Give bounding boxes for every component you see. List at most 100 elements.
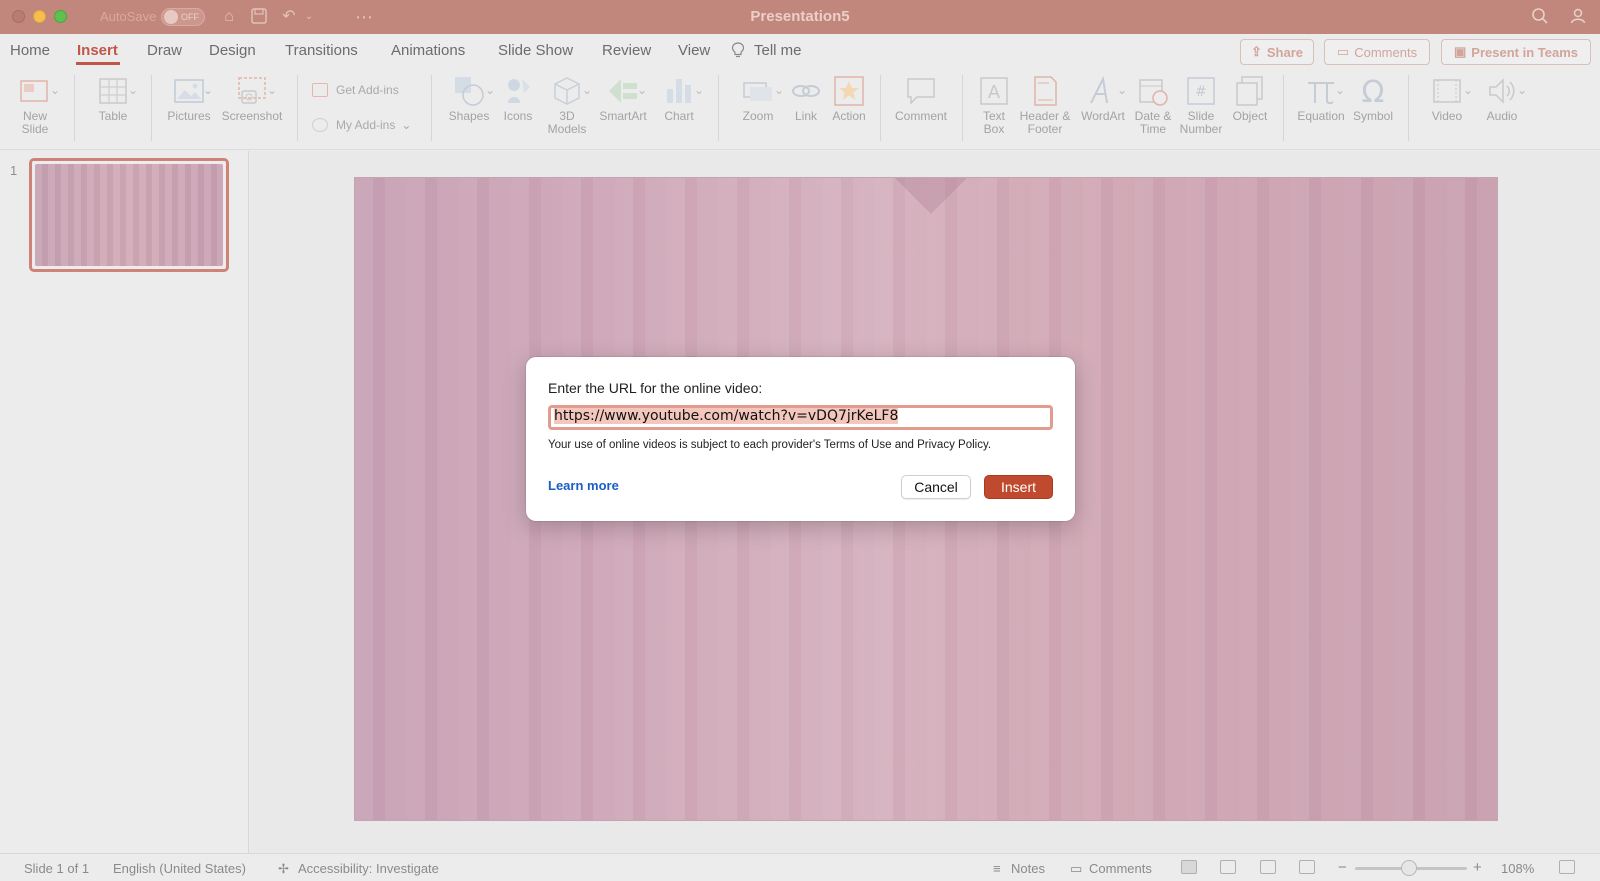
slide-thumbnail[interactable] bbox=[29, 158, 229, 272]
header-footer-icon bbox=[1029, 75, 1061, 107]
zoom-level[interactable]: 108% bbox=[1501, 861, 1534, 876]
table-label: Table bbox=[98, 109, 128, 123]
insert-ribbon: New Slide ⌄ Table ⌄ Pictures ⌄ Screensho… bbox=[0, 67, 1600, 150]
autosave-toggle[interactable]: OFF bbox=[161, 8, 205, 26]
object-label: Object bbox=[1232, 109, 1268, 123]
video-chevron-icon[interactable]: ⌄ bbox=[1463, 83, 1473, 97]
ribbon-separator bbox=[74, 75, 75, 141]
omega-icon: Ω bbox=[1357, 75, 1389, 110]
video-url-input[interactable]: https://www.youtube.com/watch?v=vDQ7jrKe… bbox=[548, 405, 1053, 430]
zoom-slides-icon bbox=[742, 75, 774, 107]
picture-icon bbox=[173, 75, 205, 107]
tab-design[interactable]: Design bbox=[209, 42, 256, 59]
table-icon bbox=[97, 75, 129, 107]
pictures-chevron-icon[interactable]: ⌄ bbox=[203, 83, 213, 97]
comments-status-icon: ▭ bbox=[1070, 861, 1083, 876]
smartart-chevron-icon[interactable]: ⌄ bbox=[637, 83, 647, 97]
accessibility-status[interactable]: Accessibility: Investigate bbox=[298, 861, 439, 876]
save-icon[interactable] bbox=[249, 7, 269, 27]
fit-to-window-icon[interactable] bbox=[1559, 860, 1575, 874]
zoom-in-button[interactable]: + bbox=[1473, 859, 1482, 876]
new-slide-chevron-icon[interactable]: ⌄ bbox=[50, 83, 60, 97]
present-in-teams-button[interactable]: ▣ Present in Teams bbox=[1441, 39, 1591, 65]
shapes-icon bbox=[453, 75, 485, 107]
date-time-label: Date & Time bbox=[1134, 109, 1172, 136]
more-options-icon[interactable]: ⋯ bbox=[354, 7, 374, 27]
tab-insert[interactable]: Insert bbox=[77, 42, 118, 59]
insert-button[interactable]: Insert bbox=[984, 475, 1053, 499]
slideshow-view-icon[interactable] bbox=[1299, 860, 1315, 874]
comments-button[interactable]: ▭ Comments bbox=[1324, 39, 1430, 65]
zoom-chevron-icon[interactable]: ⌄ bbox=[774, 83, 784, 97]
date-time-button[interactable]: Date & Time bbox=[1130, 67, 1176, 136]
title-bar: AutoSave OFF ⌂ ↶ ⌄ ⋯ Presentation5 bbox=[0, 0, 1600, 34]
undo-dropdown-chevron-icon[interactable]: ⌄ bbox=[299, 7, 319, 27]
reading-view-icon[interactable] bbox=[1260, 860, 1276, 874]
screenshot-label: Screenshot bbox=[221, 109, 283, 123]
get-addins-button[interactable]: Get Add-ins bbox=[312, 83, 399, 97]
chart-chevron-icon[interactable]: ⌄ bbox=[694, 83, 704, 97]
ribbon-separator bbox=[1283, 75, 1284, 141]
slide-number-button[interactable]: # Slide Number bbox=[1178, 67, 1224, 136]
normal-view-icon[interactable] bbox=[1181, 860, 1197, 874]
zoom-out-button[interactable]: − bbox=[1338, 859, 1347, 876]
tab-slide-show[interactable]: Slide Show bbox=[498, 42, 573, 59]
new-slide-button[interactable]: New Slide bbox=[12, 67, 58, 136]
smartart-icon bbox=[607, 75, 639, 107]
lightbulb-icon bbox=[731, 42, 745, 60]
close-window-button[interactable] bbox=[12, 10, 25, 23]
screenshot-chevron-icon[interactable]: ⌄ bbox=[267, 83, 277, 97]
header-footer-label: Header & Footer bbox=[1019, 109, 1071, 136]
audio-chevron-icon[interactable]: ⌄ bbox=[1517, 83, 1527, 97]
slide-sorter-icon[interactable] bbox=[1220, 860, 1236, 874]
svg-text:#: # bbox=[1195, 84, 1207, 100]
share-button[interactable]: ⇪ Share bbox=[1240, 39, 1314, 65]
comments-status-button[interactable]: Comments bbox=[1089, 861, 1152, 876]
header-footer-button[interactable]: Header & Footer bbox=[1017, 67, 1073, 136]
notes-button[interactable]: Notes bbox=[1011, 861, 1045, 876]
object-button[interactable]: Object bbox=[1226, 67, 1274, 123]
zoom-slider-handle[interactable] bbox=[1401, 860, 1417, 876]
comments-label: Comments bbox=[1354, 44, 1418, 60]
undo-icon[interactable]: ↶ bbox=[279, 7, 299, 27]
icons-button[interactable]: Icons bbox=[500, 67, 536, 123]
notes-icon: ≡ bbox=[993, 861, 1001, 876]
cancel-button[interactable]: Cancel bbox=[901, 475, 971, 499]
search-icon[interactable] bbox=[1530, 7, 1550, 27]
symbol-button[interactable]: Ω Symbol bbox=[1350, 67, 1396, 123]
tab-animations[interactable]: Animations bbox=[391, 42, 465, 59]
action-button[interactable]: Action bbox=[827, 67, 871, 123]
screenshot-icon bbox=[236, 75, 268, 107]
wordart-chevron-icon[interactable]: ⌄ bbox=[1117, 83, 1127, 97]
learn-more-link[interactable]: Learn more bbox=[548, 478, 619, 493]
text-box-button[interactable]: A Text Box bbox=[974, 67, 1014, 136]
tell-me-search[interactable]: Tell me bbox=[754, 42, 802, 59]
chart-icon bbox=[663, 75, 695, 107]
language-indicator[interactable]: English (United States) bbox=[113, 861, 246, 876]
comment-button[interactable]: Comment bbox=[893, 67, 949, 123]
tab-view[interactable]: View bbox=[678, 42, 710, 59]
tab-draw[interactable]: Draw bbox=[147, 42, 182, 59]
svg-text:A: A bbox=[988, 82, 1001, 103]
icons-label: Icons bbox=[503, 109, 533, 123]
pictures-label: Pictures bbox=[167, 109, 211, 123]
text-box-label: Text Box bbox=[982, 109, 1005, 136]
my-addins-button[interactable]: My Add-ins ⌄ bbox=[312, 118, 411, 132]
account-icon[interactable] bbox=[1568, 7, 1588, 27]
shapes-chevron-icon[interactable]: ⌄ bbox=[485, 83, 495, 97]
3d-models-chevron-icon[interactable]: ⌄ bbox=[582, 83, 592, 97]
maximize-window-button[interactable] bbox=[54, 10, 67, 23]
equation-chevron-icon[interactable]: ⌄ bbox=[1335, 83, 1345, 97]
link-icon bbox=[790, 75, 822, 107]
table-chevron-icon[interactable]: ⌄ bbox=[128, 83, 138, 97]
window-title: Presentation5 bbox=[750, 8, 850, 25]
my-addins-label: My Add-ins bbox=[336, 118, 396, 132]
tab-review[interactable]: Review bbox=[602, 42, 651, 59]
home-icon[interactable]: ⌂ bbox=[219, 7, 239, 27]
tab-transitions[interactable]: Transitions bbox=[285, 42, 358, 59]
3d-models-button[interactable]: 3D Models bbox=[545, 67, 589, 136]
minimize-window-button[interactable] bbox=[33, 10, 46, 23]
tab-home[interactable]: Home bbox=[10, 42, 50, 59]
ribbon-separator bbox=[718, 75, 719, 141]
link-button[interactable]: Link bbox=[787, 67, 825, 123]
